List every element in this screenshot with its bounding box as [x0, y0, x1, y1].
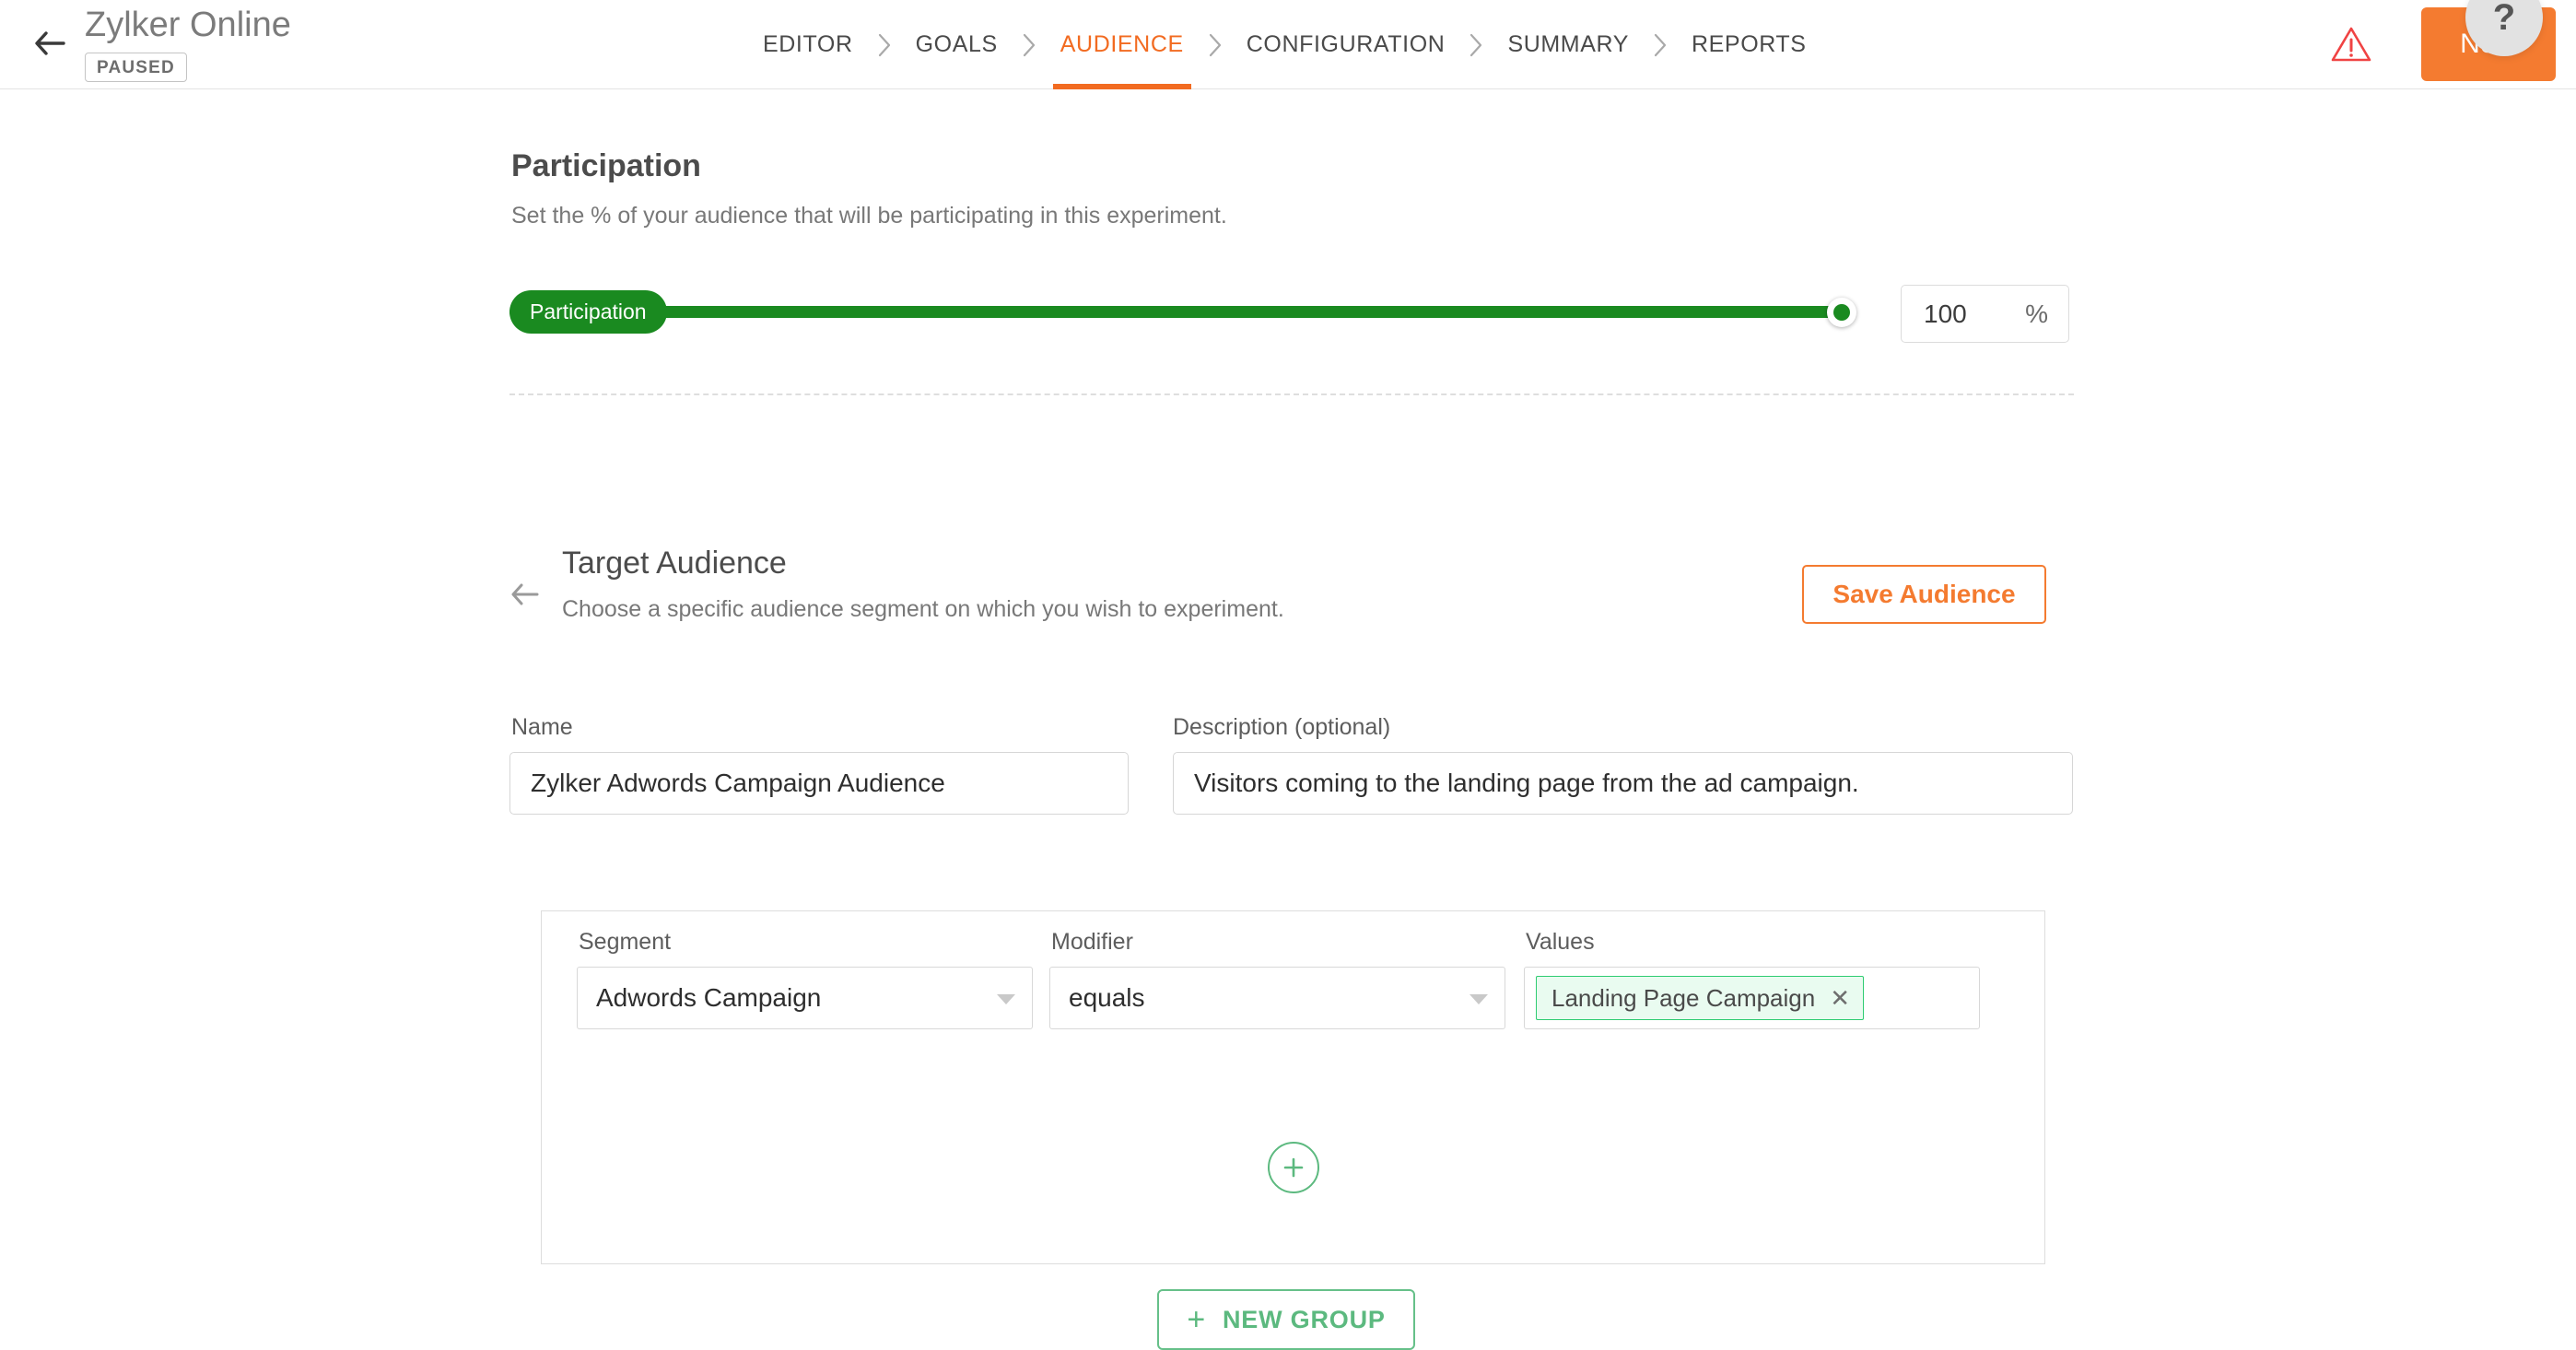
- add-rule-button[interactable]: [1268, 1142, 1319, 1193]
- description-label: Description (optional): [1173, 714, 1390, 741]
- values-input[interactable]: Landing Page Campaign ✕: [1524, 967, 1980, 1029]
- target-audience-subtitle: Choose a specific audience segment on wh…: [562, 596, 1284, 623]
- tab-editor[interactable]: EDITOR: [746, 0, 870, 89]
- tab-configuration[interactable]: CONFIGURATION: [1230, 0, 1462, 89]
- value-tag[interactable]: Landing Page Campaign ✕: [1536, 976, 1864, 1020]
- chevron-down-icon: [997, 994, 1015, 1004]
- modifier-selected-value: equals: [1069, 983, 1145, 1013]
- back-button[interactable]: [28, 21, 72, 65]
- chevron-right-icon: [1645, 0, 1675, 89]
- audience-description-input[interactable]: [1173, 752, 2073, 815]
- modifier-label: Modifier: [1051, 929, 1133, 956]
- percent-symbol: %: [2025, 299, 2048, 329]
- value-tag-label: Landing Page Campaign: [1551, 984, 1815, 1013]
- chevron-right-icon: [1014, 0, 1044, 89]
- values-label: Values: [1526, 929, 1595, 956]
- segment-selected-value: Adwords Campaign: [596, 983, 821, 1013]
- segment-dropdown[interactable]: Adwords Campaign: [577, 967, 1033, 1029]
- slider-handle-dot: [1833, 304, 1850, 321]
- slider-pill-label[interactable]: Participation: [509, 290, 667, 334]
- page-title: Zylker Online: [85, 7, 291, 42]
- chevron-down-icon: [1469, 994, 1488, 1004]
- plus-icon: [1281, 1155, 1306, 1180]
- participation-title: Participation: [511, 148, 701, 184]
- chevron-right-icon: [1200, 0, 1230, 89]
- tab-audience[interactable]: AUDIENCE: [1044, 0, 1200, 89]
- slider-track[interactable]: [509, 306, 1852, 318]
- chevron-right-icon: [1461, 0, 1491, 89]
- top-header-bar: Zylker Online PAUSED EDITOR GOALS AUDIEN…: [0, 0, 2576, 89]
- experiment-title-block: Zylker Online PAUSED: [85, 0, 291, 82]
- slider-handle[interactable]: [1827, 298, 1856, 327]
- close-icon[interactable]: ✕: [1830, 986, 1850, 1010]
- tab-reports[interactable]: REPORTS: [1675, 0, 1823, 89]
- target-audience-back-button[interactable]: [505, 576, 545, 616]
- participation-percent-field[interactable]: 100 %: [1901, 285, 2069, 343]
- participation-slider[interactable]: Participation: [509, 290, 1855, 336]
- tab-summary[interactable]: SUMMARY: [1491, 0, 1645, 89]
- segment-label: Segment: [579, 929, 671, 956]
- save-audience-button[interactable]: Save Audience: [1802, 565, 2046, 624]
- arrow-left-icon: [34, 30, 65, 56]
- section-divider: [509, 393, 2074, 395]
- tab-goals[interactable]: GOALS: [899, 0, 1014, 89]
- warning-triangle-icon[interactable]: [2327, 20, 2375, 68]
- plus-icon: +: [1187, 1304, 1206, 1335]
- name-label: Name: [511, 714, 573, 741]
- rule-group-panel: Segment Adwords Campaign Modifier equals…: [541, 910, 2045, 1264]
- participation-percent-value: 100: [1924, 299, 1967, 329]
- participation-subtitle: Set the % of your audience that will be …: [511, 203, 1227, 229]
- target-audience-title: Target Audience: [562, 546, 787, 581]
- status-badge: PAUSED: [85, 53, 187, 82]
- modifier-dropdown[interactable]: equals: [1049, 967, 1505, 1029]
- arrow-left-icon: [510, 582, 540, 611]
- wizard-nav: EDITOR GOALS AUDIENCE CONFIGURATION SUMM…: [746, 0, 1823, 89]
- chevron-right-icon: [870, 0, 899, 89]
- new-group-label: NEW GROUP: [1223, 1306, 1386, 1334]
- new-group-button[interactable]: + NEW GROUP: [1157, 1289, 1415, 1350]
- audience-name-input[interactable]: [509, 752, 1129, 815]
